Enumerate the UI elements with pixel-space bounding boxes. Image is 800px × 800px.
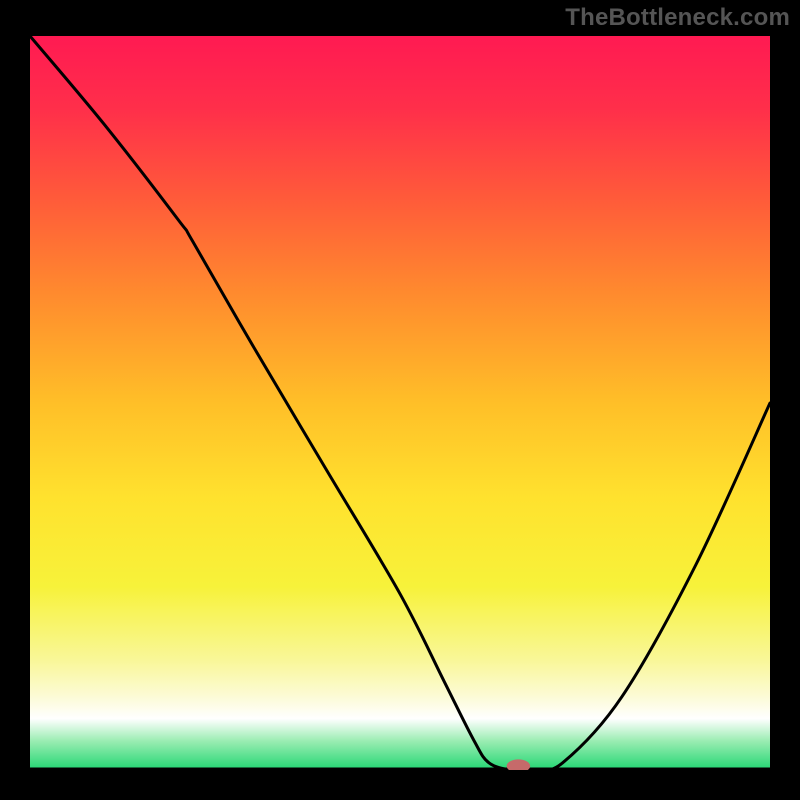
plot-area xyxy=(30,36,770,770)
bottleneck-chart-svg xyxy=(30,36,770,770)
watermark-text: TheBottleneck.com xyxy=(565,4,790,32)
heat-background xyxy=(30,36,770,770)
chart-frame: TheBottleneck.com xyxy=(0,0,800,800)
